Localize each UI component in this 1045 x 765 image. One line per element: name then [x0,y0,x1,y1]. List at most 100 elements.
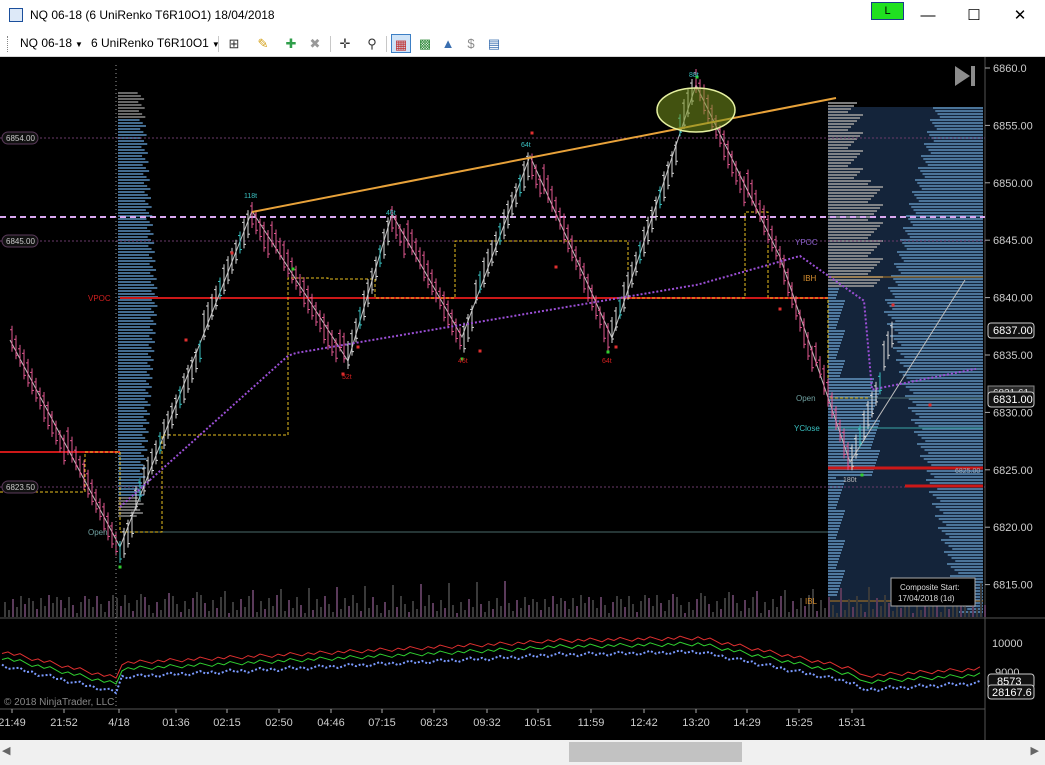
volume-bar [204,603,206,617]
volume-bar [632,604,634,617]
composite-profile-bar [908,218,983,220]
left-profile-bar [118,455,144,457]
time-tick-label: 13:20 [682,717,710,729]
zoom-icon[interactable]: ⚲ [362,34,382,53]
left-profile-bar [118,314,157,316]
volume-bar [408,612,410,617]
session-profile-bar [828,201,868,203]
scrollbar-thumb[interactable] [569,742,742,762]
left-profile-bar [118,452,142,454]
left-profile-bar [118,161,149,163]
left-profile-bar [118,203,149,205]
session-profile-bar [828,387,871,389]
crosshair-icon[interactable]: ✛ [335,34,355,53]
time-tick-label: 4/18 [108,717,129,729]
session-profile-bar [828,180,871,182]
strategies-icon[interactable]: ▩ [415,34,435,53]
left-profile-bar [118,287,158,289]
left-profile-bar [118,152,148,154]
time-axis[interactable]: 21:49 21:52 4/18 01:36 02:15 02:50 04:46 07:15 0… [0,709,866,729]
volume-bar [220,597,222,617]
volume-bar [624,607,626,617]
composite-profile-bar [941,530,983,532]
session-profile-bar [828,549,842,551]
time-tick-label: 11:59 [578,717,605,729]
volume-bar [108,601,110,617]
signal-dot [860,473,864,477]
add-drawing-icon[interactable]: ✚ [281,34,301,53]
volume-bar [876,598,878,617]
svg-text:6831.00: 6831.00 [993,394,1033,406]
composite-profile-bar [896,350,983,352]
close-icon[interactable]: ✕ [997,0,1043,31]
price-tick-label: 6840.00 [993,293,1033,305]
time-tick-label: 08:23 [420,717,448,729]
session-profile-bar [828,267,874,269]
session-profile-bar [828,477,836,479]
scroll-right-icon[interactable]: ▶ [1031,744,1039,757]
volume-bar [348,606,350,617]
minimize-icon[interactable]: — [905,0,951,31]
volume-bar [264,609,266,617]
session-profile-bar [828,123,854,125]
indicators-icon[interactable]: ▲ [438,34,458,53]
left-profile-bar [118,131,144,133]
price-tick-label: 6850.00 [993,178,1033,190]
price-ladder-icon[interactable]: $ [461,34,481,53]
left-profile-bar [118,395,152,397]
open-label-right: Open [796,394,816,403]
session-profile-bar [828,381,873,383]
time-tick-label: 02:15 [213,717,241,729]
volume-bar [116,598,118,617]
remove-drawing-icon[interactable]: ✖ [305,34,325,53]
properties-icon[interactable]: ▤ [484,34,504,53]
left-profile-bar [118,308,152,310]
ibh-label: IBH [803,274,817,283]
volume-bar [736,603,738,617]
left-profile-bar [118,329,153,331]
maximize-icon[interactable]: ☐ [951,0,997,31]
volume-bar [332,612,334,617]
scroll-left-icon[interactable]: ◀ [2,744,10,757]
highlight-ellipse[interactable] [656,87,736,133]
left-profile-bar [118,248,152,250]
left-profile-bar [118,467,147,469]
chart-trader-icon[interactable]: ▦ [391,34,411,53]
composite-profile-bar [936,497,983,499]
left-profile-bar [118,512,143,514]
bar-type-selector[interactable]: 6 UniRenko T6R10O1 ▼ [91,36,220,50]
composite-profile-bar [914,422,983,424]
toolbar-grip[interactable] [7,36,11,52]
session-profile-bar [828,336,843,338]
drawing-tools-icon[interactable]: ✎ [253,34,273,53]
connection-status-indicator[interactable]: L [871,2,904,20]
composite-profile-bar [914,431,983,433]
instrument-selector[interactable]: NQ 06-18 ▼ [20,36,83,50]
composite-start-box: Composite Start: 17/04/2018 (1d) [890,577,976,607]
session-profile-bar [828,519,842,521]
session-profile-bar [828,471,873,473]
chart-panel[interactable]: 6854.00 6845.00 6823.50 VPOC Open YPOC I… [0,57,1045,740]
volume-bar [884,595,886,617]
horizontal-scrollbar[interactable]: ◀ ▶ [0,740,1045,765]
bar-style-icon[interactable]: ⊞ [224,34,244,53]
composite-profile-bar [936,128,983,130]
session-profile-bar [828,528,839,530]
volume-bar [484,612,486,617]
composite-profile-bar [935,515,983,517]
volume-bar [188,609,190,617]
volume-bar [756,591,758,617]
composite-profile-bar [934,476,983,478]
volume-bar [60,600,62,617]
composite-profile-bar [944,542,983,544]
signal-dot [530,131,534,135]
time-tick-label: 09:32 [473,717,501,729]
session-profile-bar [828,348,839,350]
composite-profile-bar [911,206,983,208]
indicator-tick: 10000 [992,638,1023,650]
volume-bar [764,602,766,617]
price-chart[interactable]: 6854.00 6845.00 6823.50 VPOC Open YPOC I… [0,57,1045,740]
composite-profile-bar [943,512,983,514]
composite-profile-bar [897,284,983,286]
volume-bar [600,597,602,617]
